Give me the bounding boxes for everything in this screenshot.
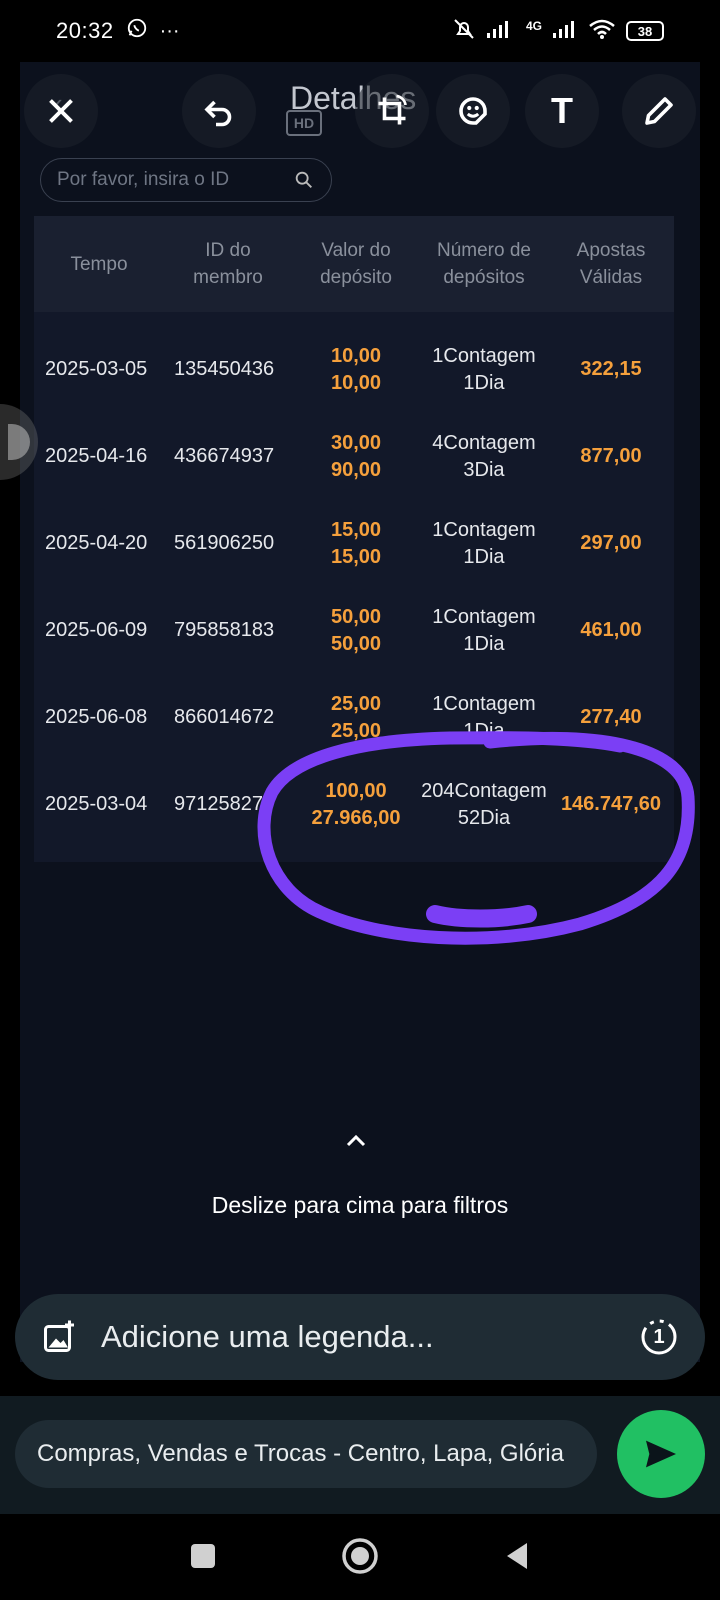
hd-button[interactable]: HD <box>286 110 322 136</box>
caption-input[interactable] <box>101 1319 639 1355</box>
send-button[interactable] <box>617 1410 705 1498</box>
whatsapp-notification-icon <box>126 17 148 45</box>
home-button[interactable] <box>340 1536 380 1576</box>
status-bar: 20:32 ··· 4G 38 <box>0 0 720 62</box>
text-button[interactable]: T <box>525 74 599 148</box>
recipient-chip[interactable]: Compras, Vendas e Trocas - Centro, Lapa,… <box>15 1420 597 1488</box>
send-icon <box>646 1440 676 1468</box>
mute-icon <box>452 17 476 46</box>
recents-button[interactable] <box>183 1536 223 1576</box>
sticker-button[interactable] <box>436 74 510 148</box>
signal-icon <box>486 19 516 44</box>
add-image-icon[interactable] <box>41 1319 77 1355</box>
caption-bar: 1 <box>15 1294 705 1380</box>
draw-button[interactable] <box>622 74 696 148</box>
close-icon <box>49 99 73 123</box>
recipient-area: Compras, Vendas e Trocas - Centro, Lapa,… <box>0 1396 720 1514</box>
navigation-bar <box>0 1514 720 1600</box>
back-triangle-icon <box>507 1543 527 1569</box>
crop-rotate-button[interactable] <box>355 74 429 148</box>
clock: 20:32 <box>56 18 114 43</box>
back-button[interactable] <box>497 1536 537 1576</box>
network-type: 4G <box>525 19 542 33</box>
battery-icon: 38 <box>626 21 664 41</box>
wifi-icon <box>588 18 616 45</box>
close-button[interactable] <box>24 74 98 148</box>
home-circle-icon <box>342 1538 378 1574</box>
crop-rotate-icon <box>378 94 407 125</box>
square-icon <box>191 1544 215 1568</box>
text-icon: T <box>551 90 573 131</box>
swipe-hint: Deslize para cima para filtros <box>211 1192 509 1218</box>
image-preview: ‹ Detalhes Tempo ID domembro Valor dodep… <box>20 62 700 1362</box>
undo-icon <box>204 100 232 127</box>
view-once-button[interactable]: 1 <box>639 1317 679 1357</box>
chevron-up-icon <box>346 1134 366 1147</box>
drawing-annotation <box>257 731 695 945</box>
more-notifications-icon: ··· <box>159 19 180 42</box>
sticker-icon <box>459 97 487 125</box>
pencil-icon <box>645 97 673 125</box>
hd-icon: HD <box>293 115 315 131</box>
undo-button[interactable] <box>182 74 256 148</box>
signal-2-icon <box>552 19 578 44</box>
